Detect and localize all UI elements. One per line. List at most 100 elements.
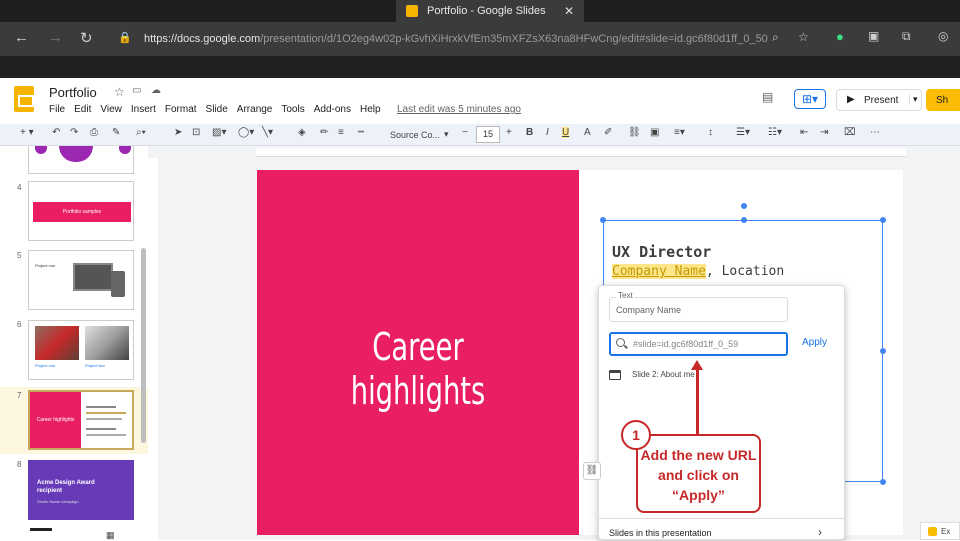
move-folder-icon[interactable]: ▭ — [132, 85, 141, 96]
more-options-icon[interactable]: ⋯ — [870, 127, 880, 138]
menu-view[interactable]: View — [100, 104, 122, 115]
extension-icon[interactable]: ● — [836, 29, 844, 44]
resize-handle[interactable] — [600, 217, 606, 223]
star-icon[interactable]: ☆ — [114, 85, 125, 99]
line-icon[interactable]: ╲▾ — [262, 127, 273, 138]
menu-file[interactable]: File — [49, 104, 65, 115]
role-heading[interactable]: UX Director — [612, 243, 711, 261]
numbered-list-icon[interactable]: ☷▾ — [768, 127, 782, 138]
menu-format[interactable]: Format — [165, 104, 197, 115]
menu-tools[interactable]: Tools — [281, 104, 304, 115]
profile-icon[interactable]: ◎ — [938, 29, 948, 43]
link-text-label: Text — [616, 291, 635, 300]
italic-icon[interactable]: I — [546, 127, 549, 138]
new-slide-icon[interactable]: + ▾ — [20, 127, 34, 138]
back-icon[interactable]: ← — [14, 29, 29, 46]
menu-arrange[interactable]: Arrange — [237, 104, 273, 115]
paint-format-icon[interactable]: ✎ — [112, 127, 120, 138]
share-button[interactable]: Sh — [926, 89, 960, 111]
slide-thumb-8[interactable]: Acme Design Award recipient Studio Name … — [28, 460, 134, 520]
add-comment-icon[interactable]: ▣ — [650, 127, 659, 138]
search-icon — [616, 338, 625, 347]
increase-font-icon[interactable]: + — [506, 127, 512, 138]
filmstrip-view-icon[interactable]: ▦ — [106, 530, 115, 541]
increase-indent-icon[interactable]: ⇥ — [820, 127, 828, 138]
resize-handle[interactable] — [880, 479, 886, 485]
border-color-icon[interactable]: ✏ — [320, 127, 328, 138]
slide-thumb-5[interactable]: Project one — [28, 250, 134, 310]
bulleted-list-icon[interactable]: ☰▾ — [736, 127, 750, 138]
border-weight-icon[interactable]: ≡ — [338, 127, 344, 138]
select-icon[interactable]: ➤ — [174, 127, 182, 138]
menu-addons[interactable]: Add-ons — [314, 104, 351, 115]
link-text-field[interactable]: Company Name — [609, 297, 788, 322]
slide-thumb-4[interactable]: Portfolio samples — [28, 181, 134, 241]
menu-slide[interactable]: Slide — [206, 104, 228, 115]
menu-insert[interactable]: Insert — [131, 104, 156, 115]
redo-icon[interactable]: ↷ — [70, 127, 78, 138]
highlight-icon[interactable]: ✐ — [604, 127, 612, 138]
forward-icon[interactable]: → — [48, 29, 63, 46]
present-dropdown-icon[interactable]: ▾ — [909, 94, 918, 105]
lock-icon[interactable]: 🔒 — [118, 31, 132, 44]
reload-icon[interactable]: ↻ — [80, 29, 93, 47]
fill-color-icon[interactable]: ◈ — [298, 127, 306, 138]
browser-tab[interactable]: Portfolio - Google Slides ✕ — [396, 0, 584, 22]
slide-thumb-6[interactable]: Project one Project two — [28, 320, 134, 380]
present-button[interactable]: ▶ Present ▾ — [836, 89, 922, 111]
resize-handle[interactable] — [880, 348, 886, 354]
apply-button[interactable]: Apply — [802, 337, 827, 348]
company-line[interactable]: Company Name, Location — [612, 264, 784, 279]
explore-button[interactable]: Ex — [920, 522, 960, 540]
font-selector[interactable]: Source Co... ▾ — [386, 126, 450, 143]
collections-icon[interactable]: ▣ — [868, 29, 879, 43]
favorite-icon[interactable]: ☆ — [798, 30, 809, 44]
doc-title[interactable]: Portfolio — [49, 85, 97, 100]
puzzle-icon[interactable]: ⧉ — [902, 29, 911, 44]
menu-help[interactable]: Help — [360, 104, 381, 115]
grid-view-icon[interactable] — [30, 528, 52, 531]
add-meet-icon[interactable]: ⊞▾ — [794, 89, 826, 109]
link-icon[interactable]: ⛓ — [628, 127, 641, 138]
slide-suggestion[interactable]: Slide 2: About me — [632, 370, 695, 379]
company-name-link[interactable]: Company Name — [612, 264, 706, 279]
slide-thumb-3[interactable] — [28, 146, 134, 174]
font-size-field[interactable]: 15 — [476, 126, 500, 143]
filmstrip-scrollbar[interactable] — [141, 248, 146, 443]
search-page-icon[interactable]: ⌕ — [772, 30, 779, 45]
thumb-circle — [119, 146, 131, 154]
last-edit-link[interactable]: Last edit was 5 minutes ago — [397, 104, 521, 115]
shape-icon[interactable]: ◯▾ — [238, 127, 254, 138]
decrease-indent-icon[interactable]: ⇤ — [800, 127, 808, 138]
undo-icon[interactable]: ↶ — [52, 127, 60, 138]
slide-number-6: 6 — [17, 320, 22, 329]
slide-thumb-7[interactable]: Career highlights — [28, 390, 134, 450]
underline-icon[interactable]: U — [562, 127, 570, 138]
line-spacing-icon[interactable]: ↕ — [708, 127, 713, 138]
zoom-icon[interactable]: ⌕▾ — [136, 127, 146, 138]
decrease-font-icon[interactable]: − — [462, 127, 468, 138]
print-icon[interactable]: ⎙ — [90, 127, 98, 138]
tab-title: Portfolio - Google Slides — [427, 5, 546, 17]
clear-formatting-icon[interactable]: ⌧ — [844, 127, 856, 138]
bold-icon[interactable]: B — [526, 127, 533, 138]
menu-edit[interactable]: Edit — [74, 104, 91, 115]
textbox-icon[interactable]: ⊡ — [192, 127, 200, 138]
image-icon[interactable]: ▨▾ — [212, 127, 226, 138]
resize-handle[interactable] — [741, 217, 747, 223]
slides-logo-icon[interactable] — [14, 86, 34, 112]
cloud-status-icon[interactable]: ☁ — [151, 85, 161, 96]
chevron-right-icon[interactable]: › — [818, 525, 822, 539]
text-color-icon[interactable]: A — [584, 127, 591, 138]
rotate-handle[interactable] — [741, 203, 747, 209]
slides-in-presentation-item[interactable]: Slides in this presentation — [609, 528, 712, 538]
unlink-icon[interactable]: ⛓ — [583, 462, 601, 480]
address-bar[interactable]: https://docs.google.com/presentation/d/1… — [132, 27, 844, 51]
slide-title[interactable]: Career highlights — [302, 325, 534, 413]
close-tab-icon[interactable]: ✕ — [564, 4, 574, 18]
border-dash-icon[interactable]: ┅ — [358, 127, 364, 138]
link-url-input[interactable]: #slide=id.gc6f80d1ff_0_59 — [609, 332, 788, 356]
align-icon[interactable]: ≡▾ — [674, 127, 685, 138]
comments-icon[interactable]: ▤ — [762, 90, 773, 104]
resize-handle[interactable] — [880, 217, 886, 223]
